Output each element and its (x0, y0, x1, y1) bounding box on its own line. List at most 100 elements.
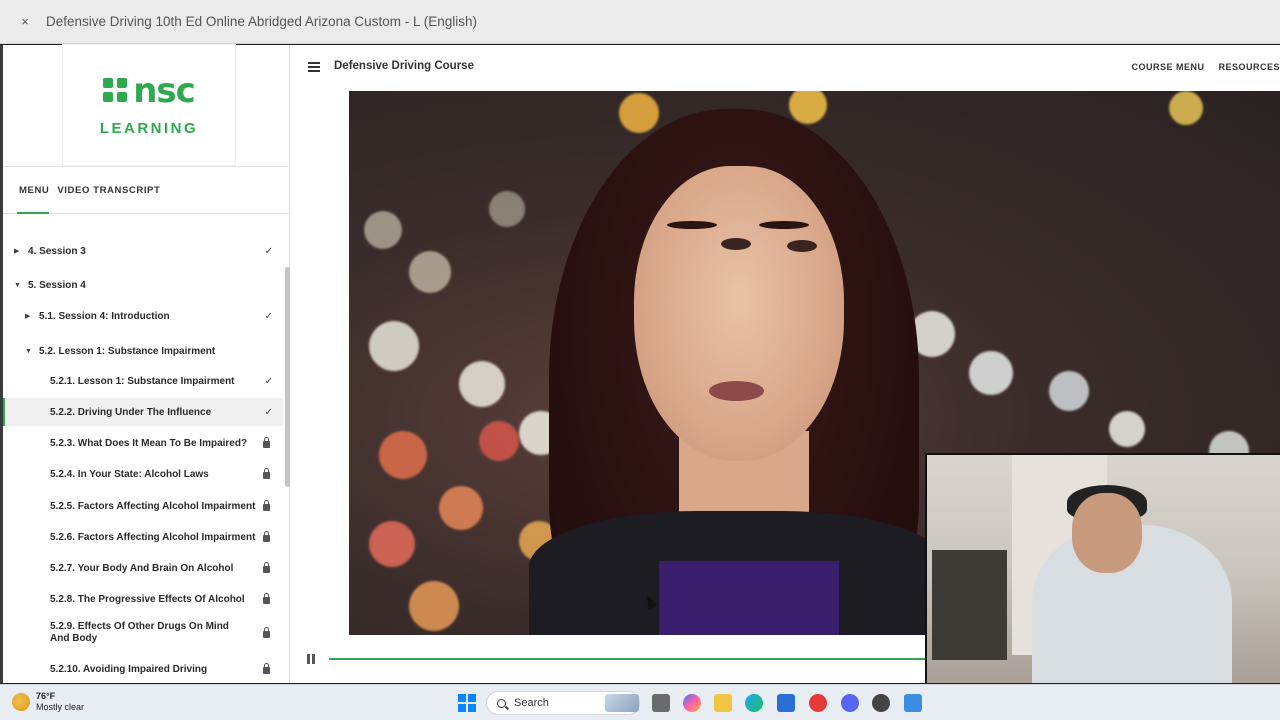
discord-icon[interactable] (841, 694, 859, 712)
window-title: Defensive Driving 10th Ed Online Abridge… (46, 14, 477, 29)
presenter-eye (787, 240, 817, 252)
menu-item-5-2-10[interactable]: 5.2.10. Avoiding Impaired Driving (3, 655, 283, 683)
lock-icon (263, 531, 270, 542)
presenter-mouth (709, 381, 764, 401)
presenter-top (659, 561, 839, 635)
search-highlight-icon (605, 694, 639, 712)
bokeh-light (369, 521, 415, 567)
menu-item-5-2-8[interactable]: 5.2.8. The Progressive Effects Of Alcoho… (3, 585, 283, 613)
menu-item-label: 5.2.4. In Your State: Alcohol Laws (50, 468, 209, 480)
menu-item-session-4[interactable]: ▼ 5. Session 4 (3, 271, 283, 299)
bokeh-light (489, 191, 525, 227)
menu-item-5-2-9[interactable]: 5.2.9. Effects Of Other Drugs On Mind An… (3, 615, 283, 651)
bokeh-light (479, 421, 519, 461)
pause-icon[interactable] (307, 654, 315, 664)
sidebar-scrollbar[interactable] (285, 267, 290, 487)
bokeh-light (409, 581, 459, 631)
hamburger-menu-icon[interactable] (308, 62, 320, 72)
menu-item-label: 5.2.10. Avoiding Impaired Driving (50, 663, 208, 675)
course-title: Defensive Driving Course (334, 60, 474, 72)
menu-item-label: 5.2.9. Effects Of Other Drugs On Mind An… (50, 621, 229, 644)
menu-item-label: 5.2.2. Driving Under The Influence (50, 406, 212, 418)
check-icon: ✓ (264, 406, 273, 418)
active-tab-indicator (17, 212, 49, 214)
copilot-icon[interactable] (683, 694, 701, 712)
nsc-logo: nsc LEARNING (63, 45, 235, 165)
chevron-down-icon: ▼ (25, 347, 32, 355)
chevron-right-icon: ▶ (25, 313, 31, 320)
menu-item-5-2-3[interactable]: 5.2.3. What Does It Mean To Be Impaired? (3, 429, 283, 457)
task-view-icon[interactable] (652, 694, 670, 712)
bokeh-light (789, 91, 827, 124)
presenter-brow (759, 221, 809, 229)
menu-item-label: 5.2.8. The Progressive Effects Of Alcoho… (50, 593, 245, 605)
menu-item-5-2-7[interactable]: 5.2.7. Your Body And Brain On Alcohol (3, 554, 283, 582)
file-explorer-icon[interactable] (714, 694, 732, 712)
menu-item-label: 5.2.3. What Does It Mean To Be Impaired? (50, 437, 248, 449)
player-controls (291, 641, 925, 681)
lock-icon (263, 468, 270, 479)
webcam-shelf (932, 550, 1007, 660)
menu-item-5-2-5[interactable]: 5.2.5. Factors Affecting Alcohol Impairm… (3, 492, 283, 520)
bokeh-light (1169, 91, 1203, 125)
logo-sub: LEARNING (99, 119, 199, 137)
video-progress-bar[interactable] (329, 658, 925, 660)
search-icon (497, 698, 506, 708)
presenter-eye (721, 238, 751, 250)
presenter-brow (667, 221, 717, 229)
app-icon[interactable] (872, 694, 890, 712)
bokeh-light (1109, 411, 1145, 447)
moon-cloud-icon (12, 692, 30, 711)
nsc-plus-icon (103, 77, 129, 104)
bokeh-light (364, 211, 402, 249)
app-area: nsc LEARNING MENU VIDEO TRANSCRIPT ▶ 4. … (0, 45, 1280, 683)
weather-temp: 76°F (36, 691, 56, 701)
lock-icon (263, 593, 270, 604)
chevron-right-icon: ▶ (14, 248, 20, 255)
chevron-down-icon: ▼ (14, 281, 21, 289)
menu-item-label: 5. Session 4 (28, 279, 86, 291)
menu-item-label: 5.2. Lesson 1: Substance Impairment (39, 345, 216, 357)
menu-item-lesson-1[interactable]: ▼ 5.2. Lesson 1: Substance Impairment (3, 337, 283, 365)
menu-item-label: 5.2.7. Your Body And Brain On Alcohol (50, 562, 234, 574)
bokeh-light (369, 321, 419, 371)
bokeh-light (379, 431, 427, 479)
check-icon: ✓ (264, 375, 273, 387)
windows-taskbar: 76°F Mostly clear Search (0, 684, 1280, 720)
menu-item-label: 5.2.5. Factors Affecting Alcohol Impairm… (50, 500, 256, 512)
sidebar-tabs: MENU VIDEO TRANSCRIPT (3, 167, 289, 214)
weather-widget[interactable]: 76°F Mostly clear (12, 691, 84, 713)
search-label: Search (514, 697, 549, 709)
lock-icon (263, 627, 270, 638)
notepad-icon[interactable] (904, 694, 922, 712)
menu-item-5-2-1[interactable]: 5.2.1. Lesson 1: Substance Impairment ✓ (3, 367, 283, 395)
tab-video-transcript[interactable]: VIDEO TRANSCRIPT (57, 185, 160, 196)
menu-item-label: 5.2.6. Factors Affecting Alcohol Impairm… (50, 531, 256, 543)
opera-icon[interactable] (809, 694, 827, 712)
store-icon[interactable] (777, 694, 795, 712)
top-links: COURSE MENU RESOURCES (1131, 62, 1280, 72)
resources-link[interactable]: RESOURCES (1218, 62, 1280, 72)
bokeh-light (439, 486, 483, 530)
bokeh-light (619, 93, 659, 133)
menu-item-session-4-intro[interactable]: ▶ 5.1. Session 4: Introduction ✓ (3, 302, 283, 330)
logo-brand: nsc (133, 70, 196, 111)
webcam-overlay (925, 453, 1280, 683)
bokeh-light (969, 351, 1013, 395)
course-menu-link[interactable]: COURSE MENU (1131, 62, 1204, 72)
menu-item-label: 4. Session 3 (28, 245, 86, 257)
window-titlebar: × Defensive Driving 10th Ed Online Abrid… (0, 0, 1280, 44)
menu-item-label: 5.2.1. Lesson 1: Substance Impairment (50, 375, 235, 387)
lock-icon (263, 500, 270, 511)
tab-menu[interactable]: MENU (19, 185, 49, 196)
weather-condition: Mostly clear (36, 701, 85, 712)
windows-start-icon[interactable] (458, 694, 476, 712)
menu-item-5-2-6[interactable]: 5.2.6. Factors Affecting Alcohol Impairm… (3, 523, 283, 551)
close-icon[interactable]: × (16, 14, 34, 29)
menu-item-session-3[interactable]: ▶ 4. Session 3 ✓ (3, 237, 283, 265)
edge-browser-icon[interactable] (745, 694, 763, 712)
sidebar: nsc LEARNING MENU VIDEO TRANSCRIPT ▶ 4. … (0, 45, 290, 683)
menu-item-5-2-2[interactable]: 5.2.2. Driving Under The Influence ✓ (3, 398, 283, 426)
bokeh-light (1049, 371, 1089, 411)
menu-item-5-2-4[interactable]: 5.2.4. In Your State: Alcohol Laws (3, 460, 283, 488)
